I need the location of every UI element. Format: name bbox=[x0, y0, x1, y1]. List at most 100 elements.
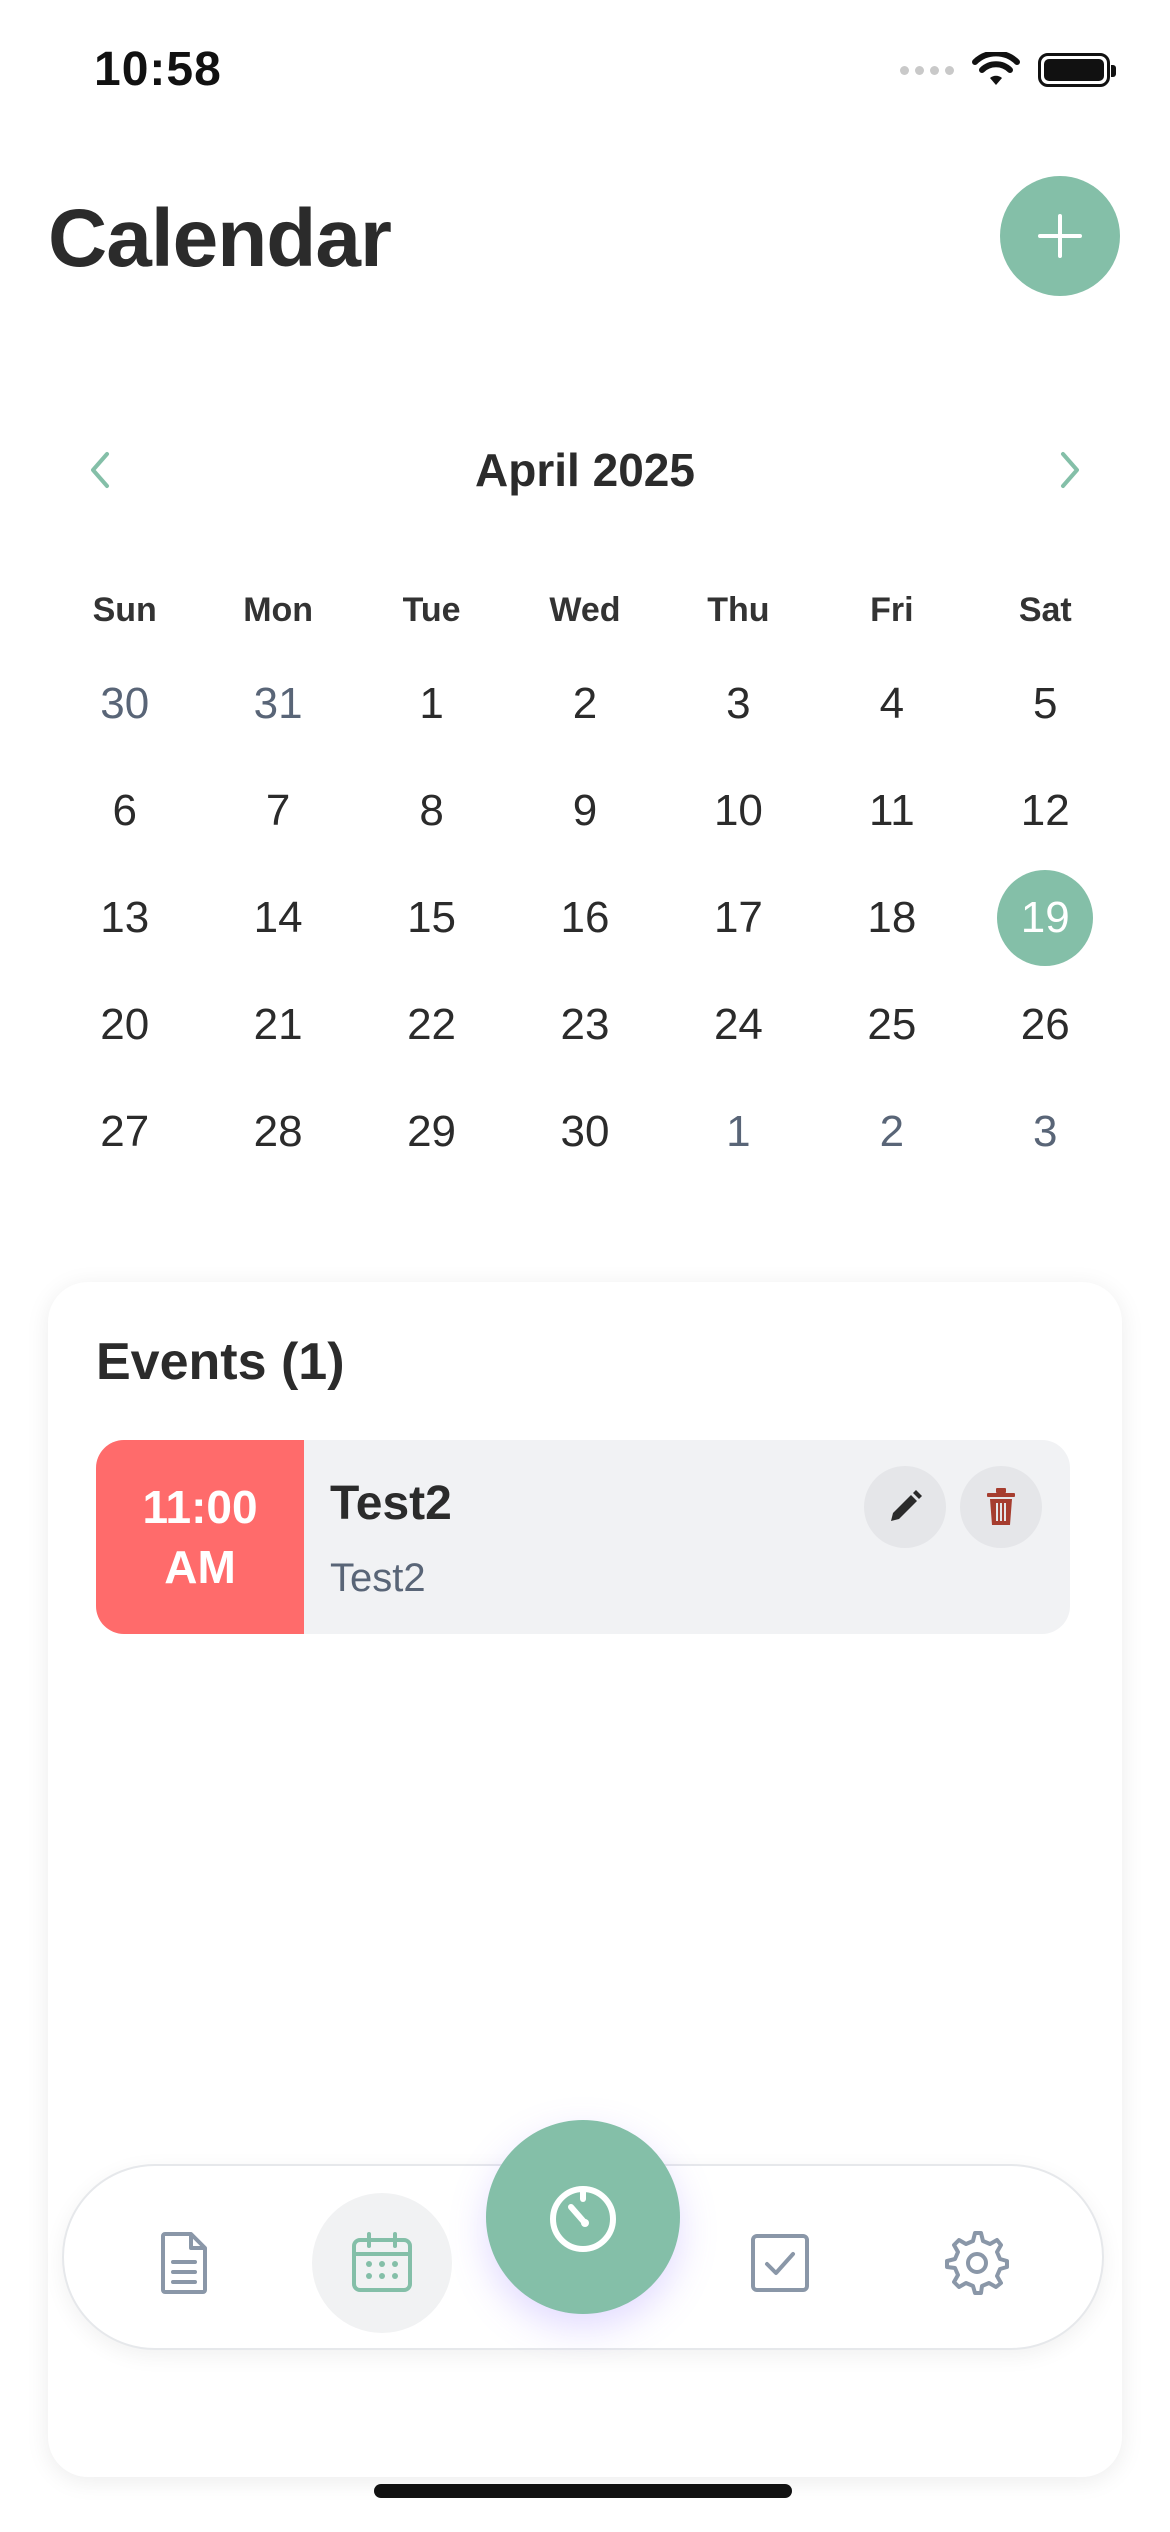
timer-button[interactable] bbox=[486, 2120, 680, 2314]
day-cell[interactable]: 17 bbox=[662, 864, 815, 971]
day-cell[interactable]: 26 bbox=[969, 971, 1122, 1078]
day-cell[interactable]: 28 bbox=[201, 1078, 354, 1185]
plus-icon bbox=[1038, 214, 1082, 258]
day-cell[interactable]: 2 bbox=[508, 650, 661, 757]
month-label: April 2025 bbox=[475, 444, 695, 496]
day-number: 18 bbox=[867, 892, 917, 942]
document-icon bbox=[161, 2232, 207, 2294]
weekday-label: Sat bbox=[1018, 590, 1072, 629]
day-cell[interactable]: 21 bbox=[201, 971, 354, 1078]
prev-month-button[interactable] bbox=[70, 440, 130, 500]
day-number: 12 bbox=[1020, 785, 1070, 835]
day-cell[interactable]: 3 bbox=[662, 650, 815, 757]
wifi-icon bbox=[972, 52, 1020, 85]
events-title: Events (1) bbox=[96, 1333, 345, 1391]
calendar-icon bbox=[352, 2232, 412, 2292]
day-cell-selected[interactable]: 19 bbox=[969, 864, 1122, 971]
day-cell[interactable]: 20 bbox=[48, 971, 201, 1078]
trash-icon bbox=[987, 1488, 1015, 1525]
battery-icon bbox=[1038, 53, 1116, 87]
tab-settings[interactable] bbox=[907, 2193, 1047, 2333]
weekday-label: Sun bbox=[92, 590, 157, 629]
next-month-button[interactable] bbox=[1040, 440, 1100, 500]
day-cell[interactable]: 1 bbox=[662, 1078, 815, 1185]
day-number: 5 bbox=[1033, 678, 1058, 728]
day-cell[interactable]: 27 bbox=[48, 1078, 201, 1185]
day-cell[interactable]: 7 bbox=[201, 757, 354, 864]
weekday-label: Mon bbox=[243, 590, 314, 629]
day-number: 24 bbox=[713, 999, 763, 1049]
tab-calendar[interactable] bbox=[312, 2193, 452, 2333]
day-number: 13 bbox=[100, 892, 150, 942]
edit-event-button[interactable] bbox=[864, 1466, 946, 1548]
day-cell[interactable]: 24 bbox=[662, 971, 815, 1078]
signal-icon bbox=[900, 65, 954, 75]
day-number: 4 bbox=[879, 678, 905, 728]
checkbox-icon bbox=[751, 2234, 809, 2292]
day-cell[interactable]: 22 bbox=[355, 971, 508, 1078]
day-cell[interactable]: 8 bbox=[355, 757, 508, 864]
day-cell[interactable]: 12 bbox=[969, 757, 1122, 864]
day-number: 21 bbox=[253, 999, 303, 1049]
day-number: 20 bbox=[100, 999, 150, 1049]
day-number: 11 bbox=[869, 785, 915, 835]
day-number: 3 bbox=[726, 678, 751, 728]
day-number: 10 bbox=[713, 785, 763, 835]
weekday-label: Fri bbox=[870, 590, 914, 629]
day-cell[interactable]: 25 bbox=[815, 971, 968, 1078]
day-cell[interactable]: 3 bbox=[969, 1078, 1122, 1185]
event-item[interactable]: 11:00 AM Test2 Test2 bbox=[96, 1440, 1070, 1634]
event-time-block: 11:00 AM bbox=[96, 1440, 304, 1634]
calendar-screen: 10:58 Calendar April 2025 Sun Mon Tue We… bbox=[0, 0, 1170, 2532]
day-cell[interactable]: 2 bbox=[815, 1078, 968, 1185]
day-cell[interactable]: 11 bbox=[815, 757, 968, 864]
day-number: 17 bbox=[713, 892, 763, 942]
day-number: 30 bbox=[100, 678, 150, 728]
weekday-label: Tue bbox=[402, 590, 461, 629]
day-number: 26 bbox=[1020, 999, 1070, 1049]
delete-event-button[interactable] bbox=[960, 1466, 1042, 1548]
day-number: 31 bbox=[253, 678, 303, 728]
event-title: Test2 bbox=[330, 1477, 452, 1530]
day-cell[interactable]: 18 bbox=[815, 864, 968, 971]
day-number: 1 bbox=[726, 1106, 751, 1156]
event-time-period: AM bbox=[164, 1541, 236, 1593]
day-number: 9 bbox=[572, 785, 598, 835]
timer-icon bbox=[550, 2186, 616, 2252]
tab-notes[interactable] bbox=[115, 2193, 255, 2333]
day-cell[interactable]: 23 bbox=[508, 971, 661, 1078]
event-description: Test2 bbox=[330, 1556, 426, 1600]
calendar-grid: Sun Mon Tue Wed Thu Fri Sat 30 31 1 2 3 4 5 6 7 8… bbox=[48, 580, 1122, 1185]
day-cell[interactable]: 30 bbox=[508, 1078, 661, 1185]
day-number: 7 bbox=[265, 785, 291, 835]
day-cell[interactable]: 6 bbox=[48, 757, 201, 864]
day-cell[interactable]: 13 bbox=[48, 864, 201, 971]
day-cell[interactable]: 14 bbox=[201, 864, 354, 971]
tab-tasks[interactable] bbox=[710, 2193, 850, 2333]
day-cell[interactable]: 1 bbox=[355, 650, 508, 757]
page-title: Calendar bbox=[48, 193, 392, 284]
day-number: 2 bbox=[879, 1106, 905, 1156]
day-cell[interactable]: 31 bbox=[201, 650, 354, 757]
weekday-header: Sun Mon Tue Wed Thu Fri Sat bbox=[48, 580, 1122, 640]
day-cell[interactable]: 9 bbox=[508, 757, 661, 864]
day-number: 29 bbox=[407, 1106, 457, 1156]
day-cell[interactable]: 29 bbox=[355, 1078, 508, 1185]
day-number: 15 bbox=[407, 892, 457, 942]
add-event-button[interactable] bbox=[1000, 176, 1120, 296]
day-cell[interactable]: 4 bbox=[815, 650, 968, 757]
month-navigation: April 2025 bbox=[70, 430, 1100, 510]
weekday-label: Wed bbox=[549, 590, 621, 629]
day-cell[interactable]: 16 bbox=[508, 864, 661, 971]
day-number: 8 bbox=[419, 785, 444, 835]
home-indicator bbox=[374, 2484, 792, 2498]
weekday-label: Thu bbox=[707, 590, 770, 629]
day-cell[interactable]: 10 bbox=[662, 757, 815, 864]
day-number: 6 bbox=[112, 785, 137, 835]
day-cell[interactable]: 30 bbox=[48, 650, 201, 757]
day-number: 14 bbox=[253, 892, 303, 942]
pencil-icon bbox=[891, 1490, 922, 1521]
day-number: 23 bbox=[560, 999, 610, 1049]
day-cell[interactable]: 15 bbox=[355, 864, 508, 971]
day-cell[interactable]: 5 bbox=[969, 650, 1122, 757]
